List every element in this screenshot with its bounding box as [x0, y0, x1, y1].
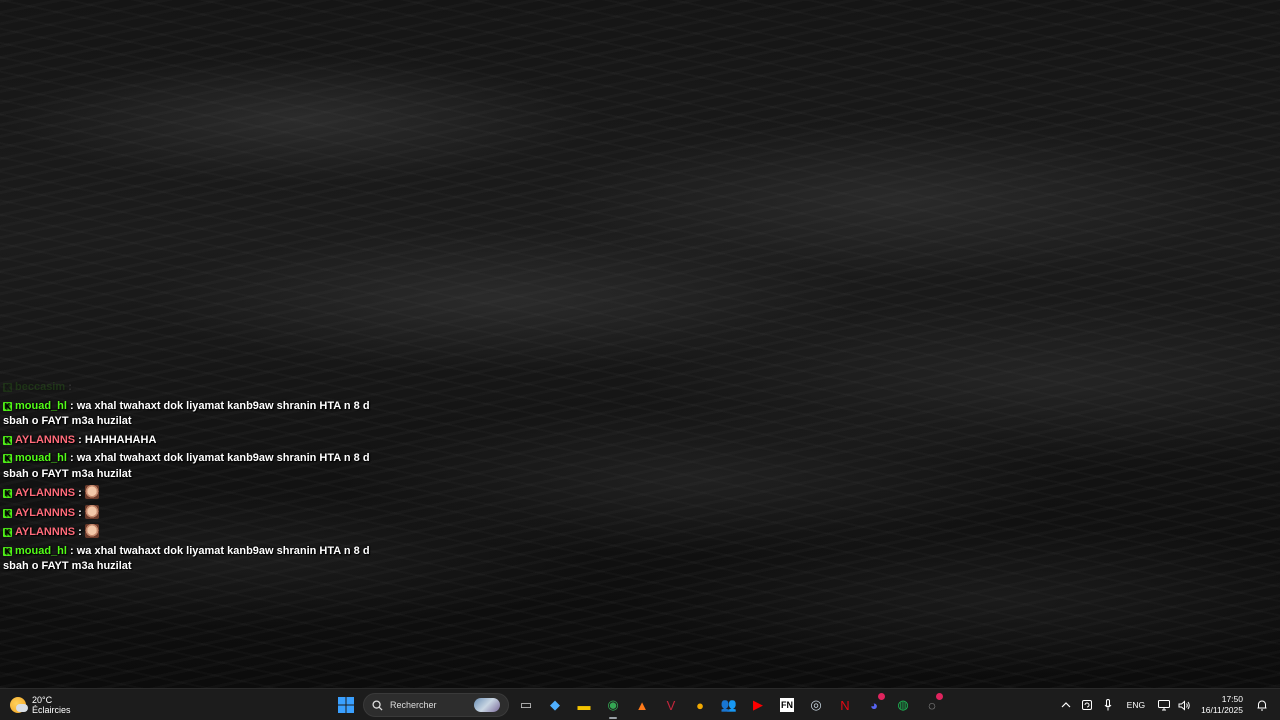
kick-badge-icon: K [3, 528, 12, 537]
notification-bell-icon [1257, 700, 1266, 711]
chat-message: Kmouad_hl : wa xhal twahaxt dok liyamat … [3, 399, 383, 430]
spotify-icon: ◍ [897, 697, 909, 712]
chat-separator: : [75, 506, 85, 519]
network-button[interactable] [1153, 693, 1174, 717]
discord-icon: ◕ [870, 697, 878, 713]
chat-message: K AYLANNNS : [3, 504, 383, 522]
sync-button[interactable] [1077, 693, 1098, 717]
chat-message: Kmouad_hl : wa xhal twahaxt dok liyamat … [3, 544, 383, 575]
chat-username[interactable]: AYLANNNS [15, 487, 75, 499]
chat-separator: : [75, 433, 85, 446]
microphone-icon [1104, 699, 1112, 711]
copilot-icon: ◆ [550, 697, 560, 712]
chevron-up-icon [1061, 702, 1071, 708]
notification-badge [878, 693, 885, 700]
file-explorer-icon: ▬ [577, 697, 591, 713]
chat-message: Kmouad_hl : wa xhal twahaxt dok liyamat … [3, 451, 383, 482]
chat-separator: : [65, 381, 72, 393]
chat-message: K AYLANNNS : HAHHAHAHA [3, 433, 383, 449]
chrome-icon: ◉ [607, 697, 619, 712]
youtube-icon: ▶ [753, 697, 763, 712]
chat-username[interactable]: AYLANNNS [15, 434, 75, 446]
app-badge-icon: ● [696, 697, 704, 713]
kick-badge-icon: K [3, 454, 12, 463]
app-circle-icon: ◌ [928, 697, 936, 713]
search-placeholder: Rechercher [390, 700, 437, 710]
netflix-icon: N [840, 697, 850, 713]
kick-badge-icon: K [3, 508, 12, 518]
taskbar-app-app-v[interactable]: V [659, 693, 683, 717]
kick-badge-icon: K [3, 435, 12, 445]
taskbar-app-task-view[interactable]: ▭ [514, 693, 538, 717]
search-icon [372, 699, 383, 711]
search-box[interactable]: Rechercher [363, 693, 509, 717]
notifications-button[interactable] [1251, 693, 1272, 717]
weather-widget[interactable]: 20°C Éclaircies [10, 693, 71, 717]
chat-separator: : [66, 452, 77, 464]
weather-icon [10, 697, 28, 713]
chat-message: K AYLANNNS : [3, 485, 383, 502]
taskbar-app-app-badge[interactable]: ● [688, 693, 712, 717]
chat-emote-icon [84, 524, 99, 538]
taskbar-app-app-circle[interactable]: ◌ [920, 693, 944, 717]
system-tray: ENG 17:50 16/11/2025 [1056, 692, 1272, 718]
chat-username[interactable]: AYLANNNS [15, 507, 75, 519]
chat-emote-icon [84, 504, 99, 519]
taskbar-app-spotify[interactable]: ◍ [891, 693, 915, 717]
speaker-icon [1178, 699, 1190, 711]
chat-separator: : [75, 526, 85, 538]
chat-username[interactable]: beccasim [15, 381, 65, 393]
weather-condition: Éclaircies [32, 705, 71, 715]
chat-username[interactable]: mouad_hl [15, 400, 67, 412]
microphone-button[interactable] [1098, 693, 1119, 717]
chat-text: HAHHAHAHA [84, 433, 157, 446]
chat-emote-icon [84, 485, 99, 499]
taskbar-app-discord[interactable]: ◕ [862, 693, 886, 717]
kick-badge-icon: K [3, 383, 12, 392]
search-highlight-image [474, 698, 500, 712]
taskbar-center: Rechercher ▭ ◆ ▬ ◉ ▲ V ● 👥 ▶ FN ◎ N ◕ ◍ ◌ [334, 692, 944, 719]
chat-message: K AYLANNNS : [3, 524, 383, 541]
network-icon [1157, 699, 1170, 710]
kick-badge-icon: K [3, 401, 12, 411]
clock-time: 17:50 [1221, 694, 1243, 704]
chat-message: Kbeccasim : [3, 380, 383, 396]
chat-separator: : [75, 487, 85, 499]
taskbar-app-app-steam[interactable]: ◎ [804, 693, 828, 717]
teams-icon: 👥 [720, 697, 738, 712]
taskbar-app-copilot[interactable]: ◆ [543, 693, 567, 717]
show-hidden-icons-button[interactable] [1056, 693, 1077, 717]
taskbar-app-file-explorer[interactable]: ▬ [572, 693, 596, 717]
kick-badge-icon: K [3, 489, 12, 498]
taskbar-app-netflix[interactable]: N [833, 693, 857, 717]
taskbar-app-app-orange[interactable]: ▲ [630, 693, 654, 717]
taskbar-app-teams[interactable]: 👥 [717, 693, 741, 717]
notification-badge [936, 693, 943, 700]
desktop-wallpaper [0, 0, 1280, 688]
app-orange-icon: ▲ [635, 697, 649, 713]
taskbar-app-fn-app[interactable]: FN [775, 693, 799, 717]
app-v-icon: V [666, 697, 676, 713]
chat-separator: : [66, 399, 77, 412]
weather-temp: 20°C [32, 695, 53, 705]
sync-icon [1082, 700, 1093, 710]
taskbar-app-youtube[interactable]: ▶ [746, 693, 770, 717]
app-steam-icon: ◎ [810, 697, 822, 712]
chat-username[interactable]: mouad_hl [15, 545, 67, 557]
kick-badge-icon: K [3, 546, 12, 556]
language-indicator[interactable]: ENG [1119, 700, 1153, 710]
start-button[interactable] [334, 693, 358, 717]
windows-icon [338, 697, 354, 713]
fn-app-icon: FN [780, 698, 794, 712]
chat-overlay: Kbeccasim : Kmouad_hl : wa xhal twahaxt … [3, 380, 383, 578]
task-view-icon: ▭ [519, 697, 533, 712]
clock-date: 16/11/2025 [1201, 705, 1243, 715]
clock[interactable]: 17:50 16/11/2025 [1195, 694, 1251, 716]
taskbar: 20°C Éclaircies Rechercher ▭ ◆ ▬ ◉ ▲ V ● 👥 ▶ FN ◎ N… [0, 688, 1280, 720]
chat-username[interactable]: AYLANNNS [15, 526, 75, 538]
chat-separator: : [66, 544, 77, 557]
volume-button[interactable] [1174, 693, 1195, 717]
chat-username[interactable]: mouad_hl [15, 452, 67, 464]
taskbar-app-chrome[interactable]: ◉ [601, 693, 625, 719]
